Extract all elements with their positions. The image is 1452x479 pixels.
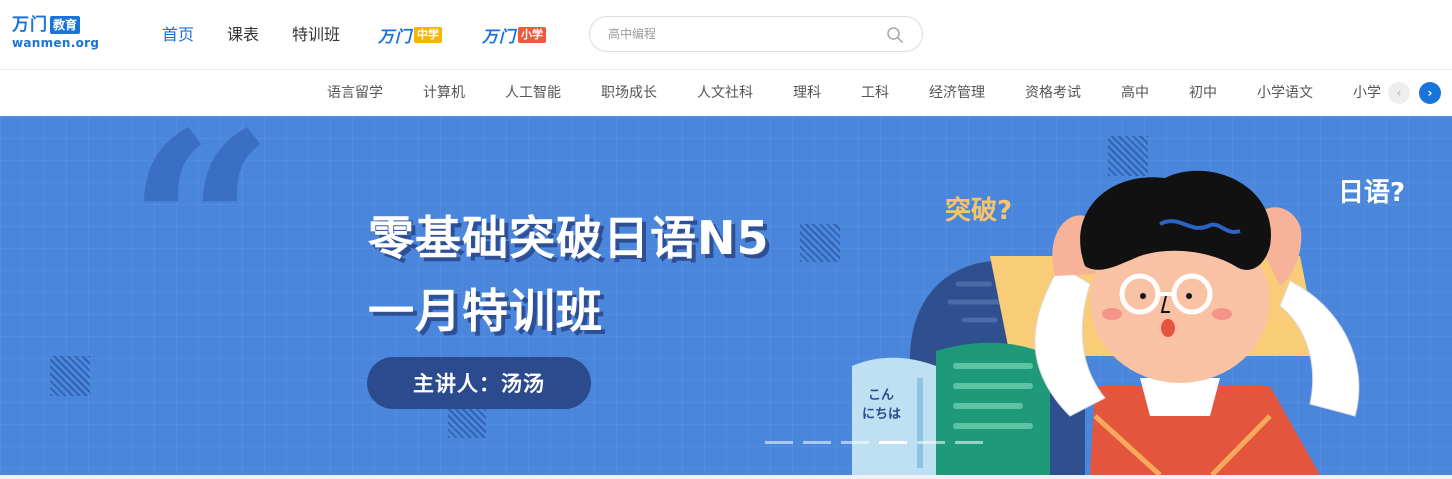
- carousel-dot-active[interactable]: [879, 441, 907, 444]
- nav-schedule[interactable]: 课表: [227, 22, 259, 48]
- carousel-dot[interactable]: [917, 441, 945, 444]
- wanmen-logo[interactable]: 万门 教育 wanmen.org: [12, 15, 99, 55]
- main-nav: 首页 课表 特训班: [162, 22, 373, 48]
- banner-title-line2: 一月特训班: [368, 284, 603, 338]
- banner-illustration: こん にちは: [852, 170, 1360, 475]
- category-item[interactable]: 职场成长: [581, 70, 677, 116]
- primary-school-brand: 万门: [482, 27, 517, 46]
- primary-school-link[interactable]: 万门 小学: [482, 25, 547, 46]
- carousel-indicators: [765, 441, 993, 444]
- quote-mark-icon: “: [126, 116, 276, 382]
- hatch-decoration: [800, 224, 840, 262]
- boy-left-blush: [1102, 308, 1122, 320]
- middle-school-tag: 中学: [414, 27, 443, 43]
- category-item[interactable]: 人文社科: [677, 70, 773, 116]
- question-bubble-left: 突破?: [945, 196, 1013, 226]
- boy-left-eye: [1140, 293, 1146, 299]
- search-box: [589, 16, 923, 52]
- carousel-dot[interactable]: [841, 441, 869, 444]
- boy-mouth: [1161, 319, 1175, 337]
- category-item[interactable]: 工科: [841, 70, 909, 116]
- search-icon[interactable]: [886, 26, 904, 44]
- category-item[interactable]: 经济管理: [909, 70, 1005, 116]
- category-item[interactable]: 小学: [1333, 70, 1382, 116]
- logo-domain: wanmen.org: [12, 36, 100, 50]
- carousel-dot[interactable]: [803, 441, 831, 444]
- category-item[interactable]: 理科: [773, 70, 841, 116]
- banner-title-line1: 零基础突破日语N5: [368, 211, 770, 265]
- category-list: 语言留学 计算机 人工智能 职场成长 人文社科 理科 工科 经济管理 资格考试 高中 初中 小学语文小…: [307, 70, 1382, 116]
- hatch-decoration: [50, 356, 90, 396]
- primary-school-tag: 小学: [518, 27, 547, 43]
- carousel-dot[interactable]: [955, 441, 983, 444]
- category-bar: 语言留学 计算机 人工智能 职场成长 人文社科 理科 工科 经济管理 资格考试 高中 初中 小学语文小…: [0, 70, 1452, 116]
- category-item[interactable]: 高中: [1101, 70, 1169, 116]
- lecturer-badge: 主讲人：汤汤: [367, 357, 591, 409]
- category-next-button[interactable]: ›: [1419, 82, 1441, 104]
- book-text-1: こん: [868, 388, 894, 403]
- chevron-right-icon: ›: [1427, 86, 1433, 100]
- boy-right-blush: [1212, 308, 1232, 320]
- middle-school-link[interactable]: 万门 中学: [378, 25, 443, 46]
- logo-edu-badge: 教育: [50, 16, 81, 34]
- category-item[interactable]: 人工智能: [485, 70, 581, 116]
- boy-collar-shape: [1140, 378, 1220, 416]
- category-prev-button[interactable]: ‹: [1388, 82, 1410, 104]
- nav-training[interactable]: 特训班: [292, 22, 340, 48]
- category-item[interactable]: 资格考试: [1005, 70, 1101, 116]
- book-text-2: にちは: [862, 407, 901, 422]
- carousel-dot[interactable]: [765, 441, 793, 444]
- search-input[interactable]: [608, 25, 868, 43]
- chevron-left-icon: ‹: [1396, 86, 1402, 100]
- category-item[interactable]: 语言留学: [307, 70, 403, 116]
- category-item[interactable]: 初中: [1169, 70, 1237, 116]
- top-header: 万门 教育 wanmen.org 首页 课表 特训班 万门 中学 万门 小学: [0, 0, 1452, 70]
- middle-school-brand: 万门: [378, 27, 413, 46]
- category-item[interactable]: 小学语文: [1237, 70, 1333, 116]
- logo-brand: 万门: [12, 15, 48, 35]
- page-divider: [0, 475, 1452, 479]
- nav-home[interactable]: 首页: [162, 22, 194, 48]
- question-bubble-right: 日语?: [1338, 178, 1406, 208]
- boy-right-eye: [1186, 293, 1192, 299]
- category-item[interactable]: 计算机: [403, 70, 485, 116]
